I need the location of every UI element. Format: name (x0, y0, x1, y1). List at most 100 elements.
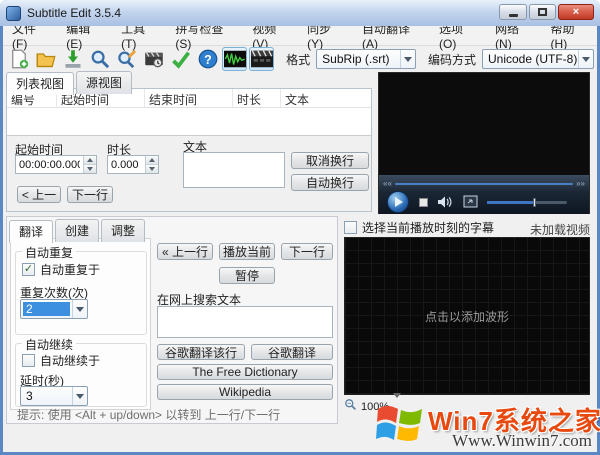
start-time-field[interactable] (15, 155, 97, 174)
auto-continue-checkbox[interactable] (22, 354, 35, 367)
tab-create[interactable]: 创建 (55, 219, 100, 242)
tab-adjust[interactable]: 调整 (101, 219, 146, 242)
video-toggle-button[interactable] (249, 47, 275, 71)
format-value: SubRip (.srt) (322, 52, 390, 66)
waveform-toggle-button[interactable] (222, 47, 248, 71)
select-current-subtitle-label: 选择当前播放时刻的字幕 (362, 221, 495, 235)
format-label: 格式 (286, 52, 311, 67)
free-dictionary-button[interactable]: The Free Dictionary (157, 364, 333, 380)
column-header-end-time[interactable]: 结束时间 (145, 89, 233, 107)
waveform-zoom-bar: 100% (344, 393, 590, 416)
translate-prev-line-button[interactable]: « 上一行 (157, 243, 213, 260)
unbreak-button[interactable]: 取消换行 (291, 152, 369, 169)
waveform-area[interactable]: 点击以添加波形 (344, 237, 590, 395)
column-header-duration[interactable]: 时长 (233, 89, 281, 107)
repeat-count-select[interactable]: 2 (20, 299, 88, 319)
open-file-button[interactable] (33, 47, 58, 71)
google-translate-line-button[interactable]: 谷歌翻译该行 (157, 344, 245, 360)
save-button[interactable] (60, 47, 85, 71)
next-line-button[interactable]: 下一行 (67, 186, 113, 203)
fullscreen-button[interactable] (463, 195, 478, 213)
subtitle-text-area[interactable] (183, 152, 285, 188)
format-select[interactable]: SubRip (.srt) (316, 49, 416, 69)
find-button[interactable] (87, 47, 112, 71)
seek-bar[interactable]: «« »» (383, 180, 585, 188)
new-file-button[interactable] (6, 47, 31, 71)
waveform-icon (223, 50, 246, 68)
repeat-count-value: 2 (23, 302, 70, 316)
tab-list-view[interactable]: 列表视图 (6, 72, 75, 95)
duration-input[interactable] (108, 156, 145, 173)
speaker-icon (437, 196, 453, 213)
svg-text:?: ? (204, 53, 212, 67)
open-folder-icon (36, 49, 56, 69)
spell-check-icon (171, 49, 191, 69)
app-icon (6, 5, 21, 21)
chevron-down-icon (578, 50, 593, 68)
pause-button[interactable]: 暂停 (219, 267, 275, 284)
save-icon (63, 49, 83, 69)
search-online-input[interactable] (157, 306, 333, 338)
maximize-icon (538, 8, 547, 16)
select-current-subtitle-row[interactable]: 选择当前播放时刻的字幕 (344, 219, 494, 236)
auto-repeat-checkbox-row[interactable]: ✓ 自动重复于 (22, 261, 100, 278)
video-player: «« »» (378, 72, 590, 214)
video-status-text: 未加载视频 (529, 223, 590, 237)
maximize-button[interactable] (529, 4, 556, 20)
duration-field[interactable] (107, 155, 159, 174)
translate-panel: 自动重复 ✓ 自动重复于 重复次数(次) 2 自动继续 自动继续于 延时(秒) (6, 216, 338, 424)
auto-repeat-checkbox[interactable]: ✓ (22, 263, 35, 276)
translate-next-line-button[interactable]: 下一行 (281, 243, 333, 260)
duration-stepper[interactable] (145, 156, 158, 173)
start-time-stepper[interactable] (83, 156, 96, 173)
auto-continue-group-label: 自动继续 (22, 336, 77, 353)
help-button[interactable]: ? (195, 47, 220, 71)
play-button[interactable] (387, 191, 409, 213)
video-screen[interactable] (379, 73, 589, 175)
zoom-dropdown[interactable] (393, 393, 402, 416)
autobreak-button[interactable]: 自动换行 (291, 174, 369, 191)
check-icon: ✓ (23, 263, 34, 275)
volume-button[interactable] (437, 195, 453, 214)
delay-select[interactable]: 3 (20, 386, 88, 406)
zoom-icon (344, 398, 357, 416)
app-window: Subtitle Edit 3.5.4 × 文件(F) 编辑(E) 工具(T) … (0, 0, 600, 455)
encoding-value: Unicode (UTF-8) (488, 52, 578, 66)
column-header-text[interactable]: 文本 (281, 89, 371, 107)
auto-continue-group: 自动继续 自动继续于 延时(秒) 3 (15, 336, 147, 407)
play-current-button[interactable]: 播放当前 (219, 243, 275, 260)
video-clapper-icon (250, 50, 273, 68)
replace-button[interactable] (114, 47, 139, 71)
tab-source-view[interactable]: 源视图 (76, 71, 133, 94)
tab-translate[interactable]: 翻译 (9, 220, 54, 243)
zoom-level-value: 100% (361, 401, 390, 413)
seek-back-icon[interactable]: «« (383, 180, 392, 188)
title-bar[interactable]: Subtitle Edit 3.5.4 × (0, 0, 600, 26)
auto-repeat-group: 自动重复 ✓ 自动重复于 重复次数(次) 2 (15, 244, 147, 335)
seek-forward-icon[interactable]: »» (576, 180, 585, 188)
subtitle-grid[interactable]: 编号 起始时间 结束时间 时长 文本 (7, 89, 371, 136)
visual-sync-icon (144, 49, 164, 69)
encoding-select[interactable]: Unicode (UTF-8) (482, 49, 594, 69)
google-translate-button[interactable]: 谷歌翻译 (251, 344, 333, 360)
minimize-icon (508, 13, 518, 17)
spell-check-button[interactable] (168, 47, 193, 71)
close-button[interactable]: × (558, 4, 594, 20)
visual-sync-button[interactable] (141, 47, 166, 71)
translate-tab-card: 自动重复 ✓ 自动重复于 重复次数(次) 2 自动继续 自动继续于 延时(秒) (10, 238, 151, 410)
replace-icon (117, 49, 137, 69)
stop-button[interactable] (419, 198, 428, 207)
help-icon: ? (198, 49, 218, 69)
volume-slider[interactable] (487, 198, 567, 207)
window-title: Subtitle Edit 3.5.4 (27, 6, 122, 20)
select-current-subtitle-checkbox[interactable] (344, 221, 357, 234)
start-time-input[interactable] (16, 156, 83, 173)
wikipedia-button[interactable]: Wikipedia (157, 384, 333, 400)
minimize-button[interactable] (499, 4, 527, 20)
auto-repeat-group-label: 自动重复 (22, 244, 77, 261)
toolbar: ? 格式 SubRip (.srt) 编码方式 Unicode (UTF-8) (3, 46, 597, 72)
new-file-icon (9, 49, 29, 69)
auto-continue-checkbox-row[interactable]: 自动继续于 (22, 352, 100, 369)
previous-line-button[interactable]: < 上一 (17, 186, 61, 203)
mode-tabs: 翻译 创建 调整 (9, 219, 146, 243)
